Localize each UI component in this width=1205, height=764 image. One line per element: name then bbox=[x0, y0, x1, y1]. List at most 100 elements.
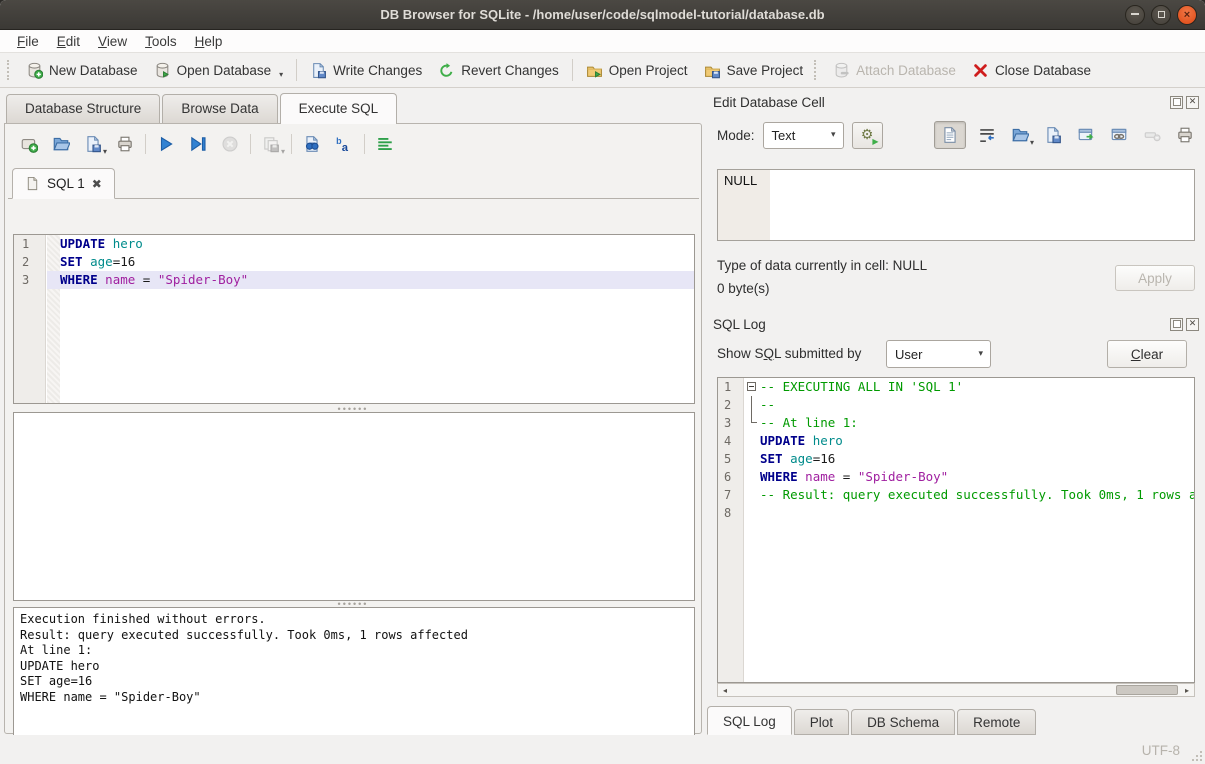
sql-log-view[interactable]: 1-- EXECUTING ALL IN 'SQL 1'2--3-- At li… bbox=[717, 377, 1195, 683]
code-text bbox=[760, 504, 1194, 522]
toolbar-button-label: Close Database bbox=[995, 63, 1091, 78]
scrollbar-thumb[interactable] bbox=[1116, 685, 1178, 695]
svg-text:a: a bbox=[342, 142, 349, 153]
import-data-icon[interactable]: ▾ bbox=[1008, 123, 1032, 147]
code-text: SET age=16 bbox=[760, 450, 1194, 468]
sql-tab-close-icon[interactable]: ✖ bbox=[92, 177, 102, 191]
toolbar-button-label: Open Project bbox=[609, 63, 688, 78]
status-bar: UTF-8 bbox=[0, 735, 1205, 764]
minimize-button[interactable] bbox=[1125, 5, 1145, 25]
submitter-value: User bbox=[895, 347, 922, 362]
tab-browse-data[interactable]: Browse Data bbox=[162, 94, 277, 123]
new-sql-tab-icon[interactable] bbox=[18, 133, 40, 155]
open-project-icon bbox=[586, 62, 603, 79]
sql-log-controls: Show SQL submitted by User ▾ Clear bbox=[717, 340, 1197, 370]
close-button[interactable]: × bbox=[1177, 5, 1197, 25]
apply-button[interactable]: Apply bbox=[1115, 265, 1195, 291]
auto-complete-icon[interactable]: ba bbox=[333, 133, 355, 155]
main-toolbar: New Database Open Database▾ Write ChangesR… bbox=[0, 53, 1205, 88]
print-cell-icon[interactable] bbox=[1173, 123, 1197, 147]
dock-tab-db-schema[interactable]: DB Schema bbox=[851, 709, 955, 735]
dock-tab-sql-log[interactable]: SQL Log bbox=[707, 706, 792, 735]
code-line: 3-- At line 1: bbox=[718, 414, 1194, 432]
clear-log-button[interactable]: Clear bbox=[1107, 340, 1187, 368]
sql-log-title: SQL Log bbox=[713, 317, 1167, 332]
line-number: 6 bbox=[718, 468, 745, 486]
resize-grip[interactable] bbox=[1200, 759, 1202, 761]
dock-tab-remote[interactable]: Remote bbox=[957, 709, 1036, 735]
tab-execute-sql[interactable]: Execute SQL bbox=[280, 93, 398, 124]
fold-margin bbox=[745, 504, 760, 522]
text-mode-icon[interactable] bbox=[934, 121, 966, 149]
write-changes-button[interactable]: Write Changes bbox=[302, 58, 430, 83]
line-number: 1 bbox=[718, 378, 745, 396]
dock-float-icon[interactable] bbox=[1170, 96, 1183, 109]
export-data-icon[interactable] bbox=[1041, 123, 1065, 147]
dock-float-icon[interactable] bbox=[1170, 318, 1183, 331]
save-sql-file-icon[interactable]: ▾ bbox=[82, 133, 104, 155]
fold-margin bbox=[745, 432, 760, 450]
revert-changes-button[interactable]: Revert Changes bbox=[430, 58, 567, 83]
menu-bar: FileEditViewToolsHelp bbox=[0, 30, 1205, 53]
sql-tab[interactable]: SQL 1 ✖ bbox=[12, 168, 115, 199]
menu-item-file[interactable]: File bbox=[8, 32, 48, 51]
word-wrap-icon[interactable] bbox=[975, 123, 999, 147]
dropdown-caret-icon[interactable]: ▾ bbox=[279, 70, 283, 79]
results-grid[interactable] bbox=[13, 412, 695, 601]
code-line: 7-- Result: query executed successfully.… bbox=[718, 486, 1194, 504]
attach-db-icon bbox=[833, 62, 850, 79]
auto-switch-mode-button[interactable]: ⚙▶ bbox=[852, 122, 883, 149]
toolbar-button-label: New Database bbox=[49, 63, 138, 78]
scrollbar-track[interactable] bbox=[732, 684, 1180, 696]
execute-all-icon[interactable] bbox=[155, 133, 177, 155]
menu-item-view[interactable]: View bbox=[89, 32, 136, 51]
save-results-icon: ▾ bbox=[260, 133, 282, 155]
link-data-icon[interactable] bbox=[1107, 123, 1131, 147]
maximize-button[interactable] bbox=[1151, 5, 1171, 25]
edit-cell-title: Edit Database Cell bbox=[713, 95, 1167, 110]
toolbar-grip bbox=[814, 60, 819, 80]
scroll-right-icon[interactable]: ▸ bbox=[1180, 686, 1194, 695]
menu-item-edit[interactable]: Edit bbox=[48, 32, 89, 51]
dock-close-icon[interactable]: ✕ bbox=[1186, 96, 1199, 109]
open-project-button[interactable]: Open Project bbox=[578, 58, 696, 83]
dock-close-icon[interactable]: ✕ bbox=[1186, 318, 1199, 331]
mode-select[interactable]: Text ▾ bbox=[763, 122, 844, 149]
cell-size-info: 0 byte(s) bbox=[717, 281, 770, 296]
open-sql-file-icon[interactable] bbox=[50, 133, 72, 155]
execute-current-line-icon[interactable] bbox=[187, 133, 209, 155]
format-sql-icon[interactable] bbox=[374, 133, 396, 155]
open-in-window-icon[interactable] bbox=[1074, 123, 1098, 147]
code-text: -- At line 1: bbox=[760, 414, 1194, 432]
dock-tab-plot[interactable]: Plot bbox=[794, 709, 849, 735]
line-number: 1 bbox=[14, 235, 47, 253]
find-replace-icon[interactable] bbox=[301, 133, 323, 155]
sql-tab-label: SQL 1 bbox=[47, 176, 85, 191]
scroll-left-icon[interactable]: ◂ bbox=[718, 686, 732, 695]
close-database-button[interactable]: Close Database bbox=[964, 58, 1099, 83]
encoding-indicator[interactable]: UTF-8 bbox=[1142, 743, 1180, 758]
output-line: Result: query executed successfully. Too… bbox=[20, 628, 688, 644]
toolbar-button-label: Attach Database bbox=[856, 63, 956, 78]
sql-editor[interactable]: 1UPDATE hero2SET age=163WHERE name = "Sp… bbox=[13, 234, 695, 404]
fold-marker-icon[interactable] bbox=[745, 378, 760, 396]
code-line: 1UPDATE hero bbox=[14, 235, 694, 253]
menu-item-help[interactable]: Help bbox=[186, 32, 232, 51]
toolbar-separator bbox=[291, 134, 292, 154]
save-project-button[interactable]: Save Project bbox=[696, 58, 812, 83]
print-sql-icon[interactable] bbox=[114, 133, 136, 155]
submitter-select[interactable]: User ▾ bbox=[886, 340, 991, 368]
toolbar-grip bbox=[7, 60, 12, 80]
open-database-button[interactable]: Open Database▾ bbox=[146, 58, 292, 83]
menu-item-tools[interactable]: Tools bbox=[136, 32, 186, 51]
log-horizontal-scrollbar[interactable]: ◂ ▸ bbox=[717, 683, 1195, 697]
db-new-icon bbox=[26, 62, 43, 79]
new-database-button[interactable]: New Database bbox=[18, 58, 146, 83]
tab-database-structure[interactable]: Database Structure bbox=[6, 94, 160, 123]
line-number: 8 bbox=[718, 504, 745, 522]
cell-editor[interactable]: NULL bbox=[717, 169, 1195, 241]
db-open-icon bbox=[154, 62, 171, 79]
fold-margin bbox=[47, 253, 60, 271]
sql-log-dock-header: SQL Log ✕ bbox=[713, 315, 1199, 333]
code-text: -- Result: query executed successfully. … bbox=[760, 486, 1194, 504]
